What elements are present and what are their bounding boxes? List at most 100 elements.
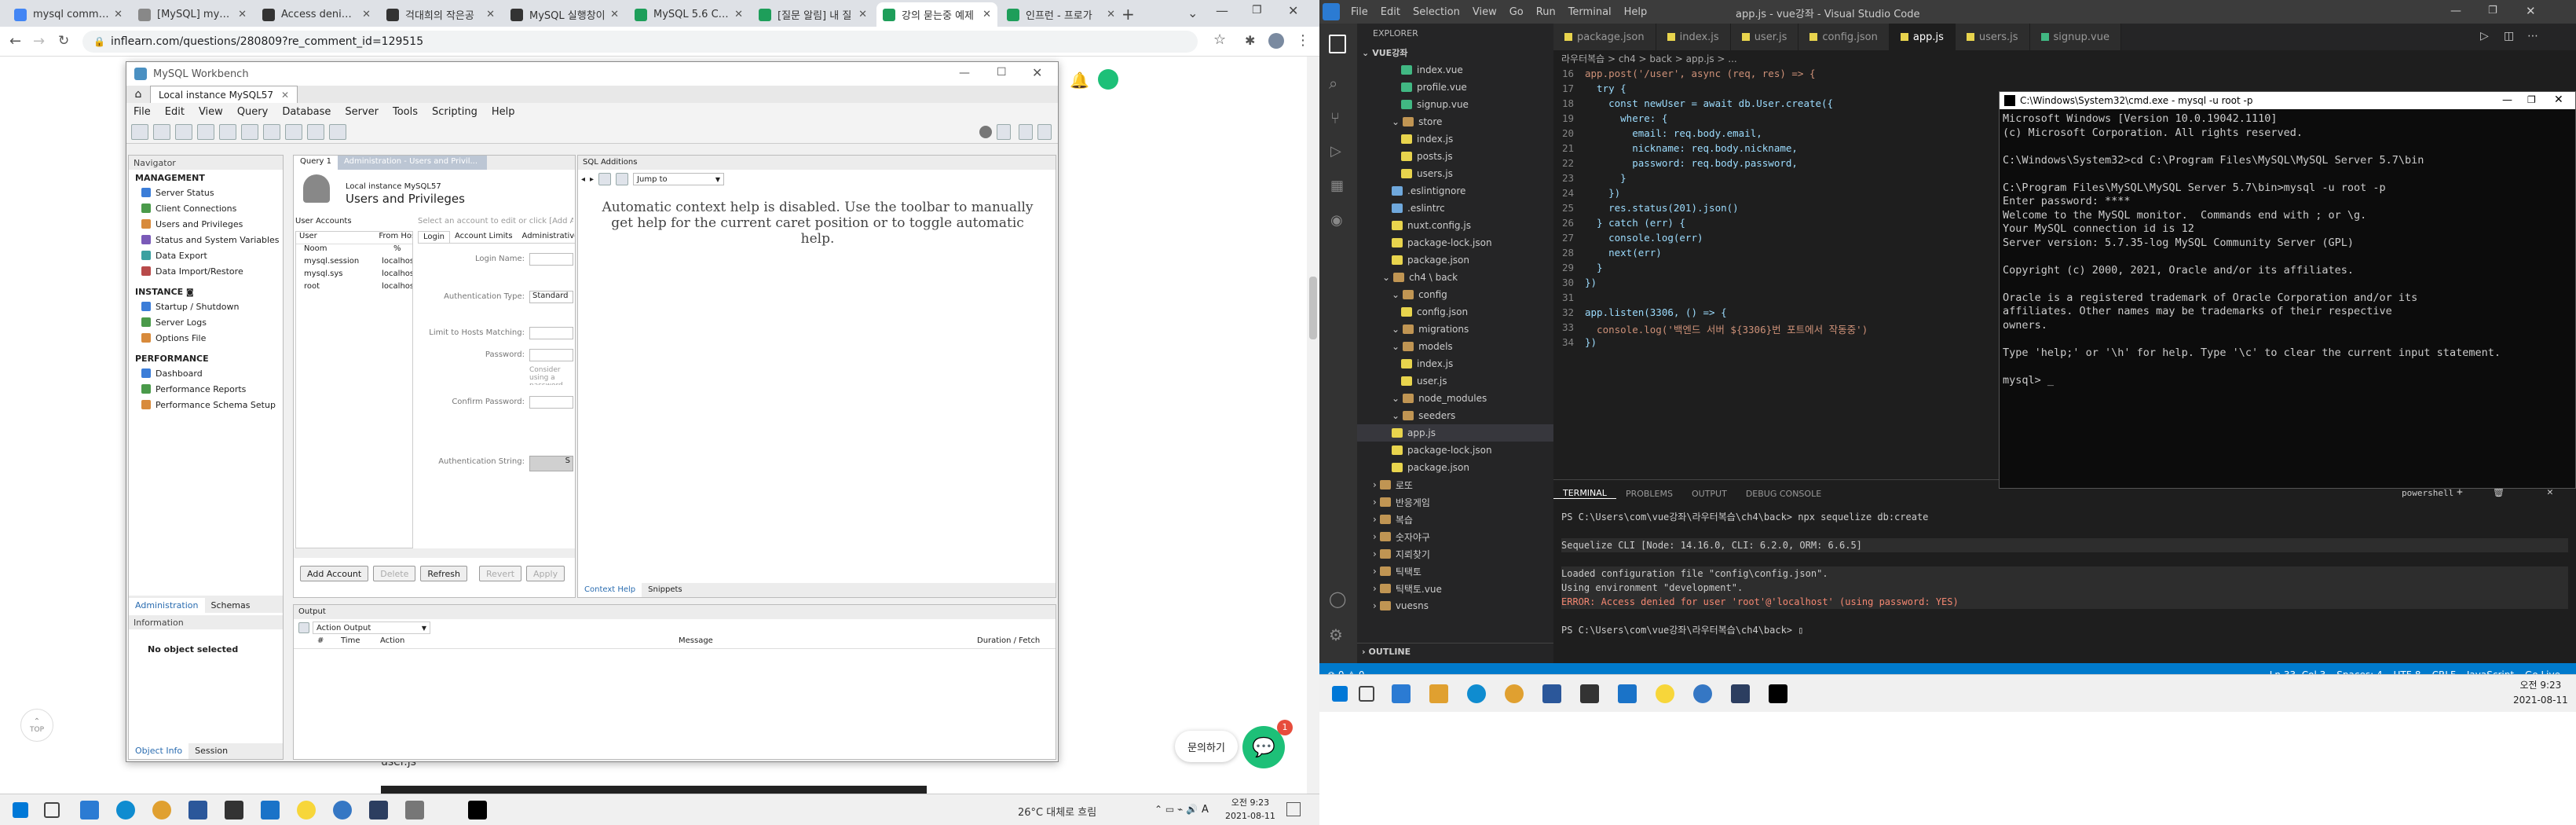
maximize-icon[interactable]: ☐ [997,66,1007,79]
vs-taskbar-icon[interactable] [1731,684,1750,703]
browser-tab[interactable]: MySQL 실행창이 ✕ [504,2,625,27]
menu-item[interactable]: File [1345,6,1374,18]
menu-item[interactable]: View [1466,6,1503,18]
tab-query-1[interactable]: Query 1 [294,156,338,170]
tab-administration[interactable]: Administration [129,598,205,613]
form-field[interactable] [529,327,573,339]
edge-taskbar-icon[interactable] [116,801,135,820]
explorer-item[interactable]: ⌄ seeders [1357,407,1553,424]
forward-icon[interactable]: ▸ [590,175,594,184]
browser-tab[interactable]: [MySQL] mysql ✕ [132,2,253,27]
kakaotalk-taskbar-icon[interactable] [1656,684,1674,703]
outline-section[interactable]: › OUTLINE [1357,643,1553,660]
terminal-output[interactable]: PS C:\Users\com\vue강좌\라우터복습\ch4\back> np… [1553,507,2576,640]
explorer-item[interactable]: ⌄ ch4 \ back [1357,269,1553,286]
close-tab-icon[interactable]: ✕ [1107,9,1115,20]
create-view-icon[interactable] [241,123,258,140]
close-tab-icon[interactable]: ✕ [486,9,495,20]
explorer-item[interactable]: config.json [1357,303,1553,321]
menu-item[interactable]: Scripting [425,106,485,118]
search-icon[interactable]: ⌕ [1329,74,1337,93]
col-user[interactable]: User [296,232,375,244]
table-row[interactable]: mysql.session localhost [296,257,412,270]
vscode-minimize-icon[interactable]: — [2442,5,2469,17]
editor-more-icon[interactable]: ⋯ [2527,30,2538,42]
clock[interactable]: 오전 9:23 2021-08-11 [2513,678,2568,708]
url-input[interactable]: 🔒 inflearn.com/questions/280809?re_comme… [82,31,1198,53]
col-time[interactable]: Time [341,636,360,645]
connection-tab[interactable]: Local instance MySQL57 ✕ [150,86,298,103]
run-debug-icon[interactable]: ▷ [1330,143,1341,160]
explorer-item[interactable]: .eslintignore [1357,182,1553,200]
back-icon[interactable]: ◂ [581,175,585,184]
explorer-item[interactable]: ⌄ store [1357,113,1553,130]
toggle-sidebar-icon[interactable] [997,123,1011,140]
window-restore-icon[interactable]: ❐ [1252,4,1262,16]
navigator-item[interactable]: Client Connections [129,200,283,216]
form-field[interactable] [529,349,573,361]
source-control-icon[interactable]: ⑂ [1330,108,1340,127]
extensions-icon[interactable]: ✱ [1245,33,1255,48]
output-options-icon[interactable] [298,622,309,633]
app-taskbar-icon[interactable] [1618,684,1637,703]
editor-tab[interactable]: users.js [1955,24,2030,50]
tab-admin-users[interactable]: Administration - Users and Privil... [337,156,487,170]
terminal-shell-select[interactable]: powershell [2402,488,2453,498]
account-icon[interactable]: ◯ [1329,589,1346,608]
panel-tab[interactable]: TERMINAL [1553,488,1616,499]
tab-login[interactable]: Login [418,231,450,243]
explorer-item[interactable]: ⌄ node_modules [1357,390,1553,407]
explorer-item[interactable]: posts.js [1357,148,1553,165]
navigator-item[interactable]: Data Import/Restore [129,263,283,279]
cmd-console-output[interactable]: Microsoft Windows [Version 10.0.19042.11… [2000,109,2575,390]
col-index[interactable]: # [317,636,324,645]
explorer-item[interactable]: users.js [1357,165,1553,182]
explorer-item[interactable]: ⌄ config [1357,286,1553,303]
col-from-host[interactable]: From Host [375,232,412,244]
app2-taskbar-icon[interactable] [333,801,352,820]
home-icon[interactable]: ⌂ [126,86,150,103]
run-icon[interactable]: ▷ [2480,30,2489,42]
vscode-close-icon[interactable]: ✕ [2518,4,2544,18]
browser-tab[interactable]: mysql comman ✕ [8,2,129,27]
explorer-item[interactable]: index.js [1357,130,1553,148]
browser-tab[interactable]: 강의 묻는중 예제 ✕ [876,2,997,27]
profile-avatar[interactable] [1268,33,1284,49]
cmd-taskbar-icon[interactable] [468,801,487,820]
close-tab-icon[interactable]: ✕ [238,9,247,20]
explorer-item[interactable]: package-lock.json [1357,234,1553,251]
cmd-taskbar-icon[interactable] [1769,684,1787,703]
explorer-item[interactable]: nuxt.config.js [1357,217,1553,234]
menu-item[interactable]: Go [1503,6,1530,18]
explorer-item[interactable]: index.vue [1357,61,1553,79]
tab-context-help[interactable]: Context Help [578,583,642,597]
breadcrumb[interactable]: 라우터복습 > ch4 > back > app.js > ... [1561,52,1737,65]
mysql-workbench-taskbar-icon[interactable] [405,801,424,820]
create-procedure-icon[interactable] [263,123,280,140]
navigator-item[interactable]: Options File [129,330,283,346]
code-view[interactable]: 16 app.post('/user', async (req, res) => … [1553,68,2040,398]
menu-item[interactable]: Help [485,106,522,118]
col-duration[interactable]: Duration / Fetch [977,636,1040,645]
task-view-icon[interactable] [1359,686,1374,702]
explorer-item[interactable]: package.json [1357,459,1553,476]
toggle-output-icon[interactable] [1019,123,1033,140]
delete-button[interactable]: Delete [373,566,416,581]
form-field[interactable] [529,253,573,266]
forward-arrow-icon[interactable]: → [33,33,45,50]
tab-schemas[interactable]: Schemas [205,598,257,613]
editor-tab[interactable]: user.js [1730,24,1799,50]
panel-tab[interactable]: OUTPUT [1682,489,1736,499]
reconnect-icon[interactable] [329,123,346,140]
cmd-close-icon[interactable]: ✕ [2554,94,2563,106]
menu-item[interactable]: Help [1618,6,1654,18]
apply-button[interactable]: Apply [526,566,565,581]
site-logo-icon[interactable] [1098,69,1118,90]
refresh-button[interactable]: Refresh [420,566,467,581]
explorer-item[interactable]: index.js [1357,355,1553,372]
add-account-button[interactable]: Add Account [300,566,369,581]
navigator-item[interactable]: Startup / Shutdown [129,299,283,314]
cmd-restore-icon[interactable]: ❐ [2527,94,2536,105]
explorer-item[interactable]: app.js [1357,424,1553,442]
windows-start-icon[interactable] [1332,686,1348,702]
